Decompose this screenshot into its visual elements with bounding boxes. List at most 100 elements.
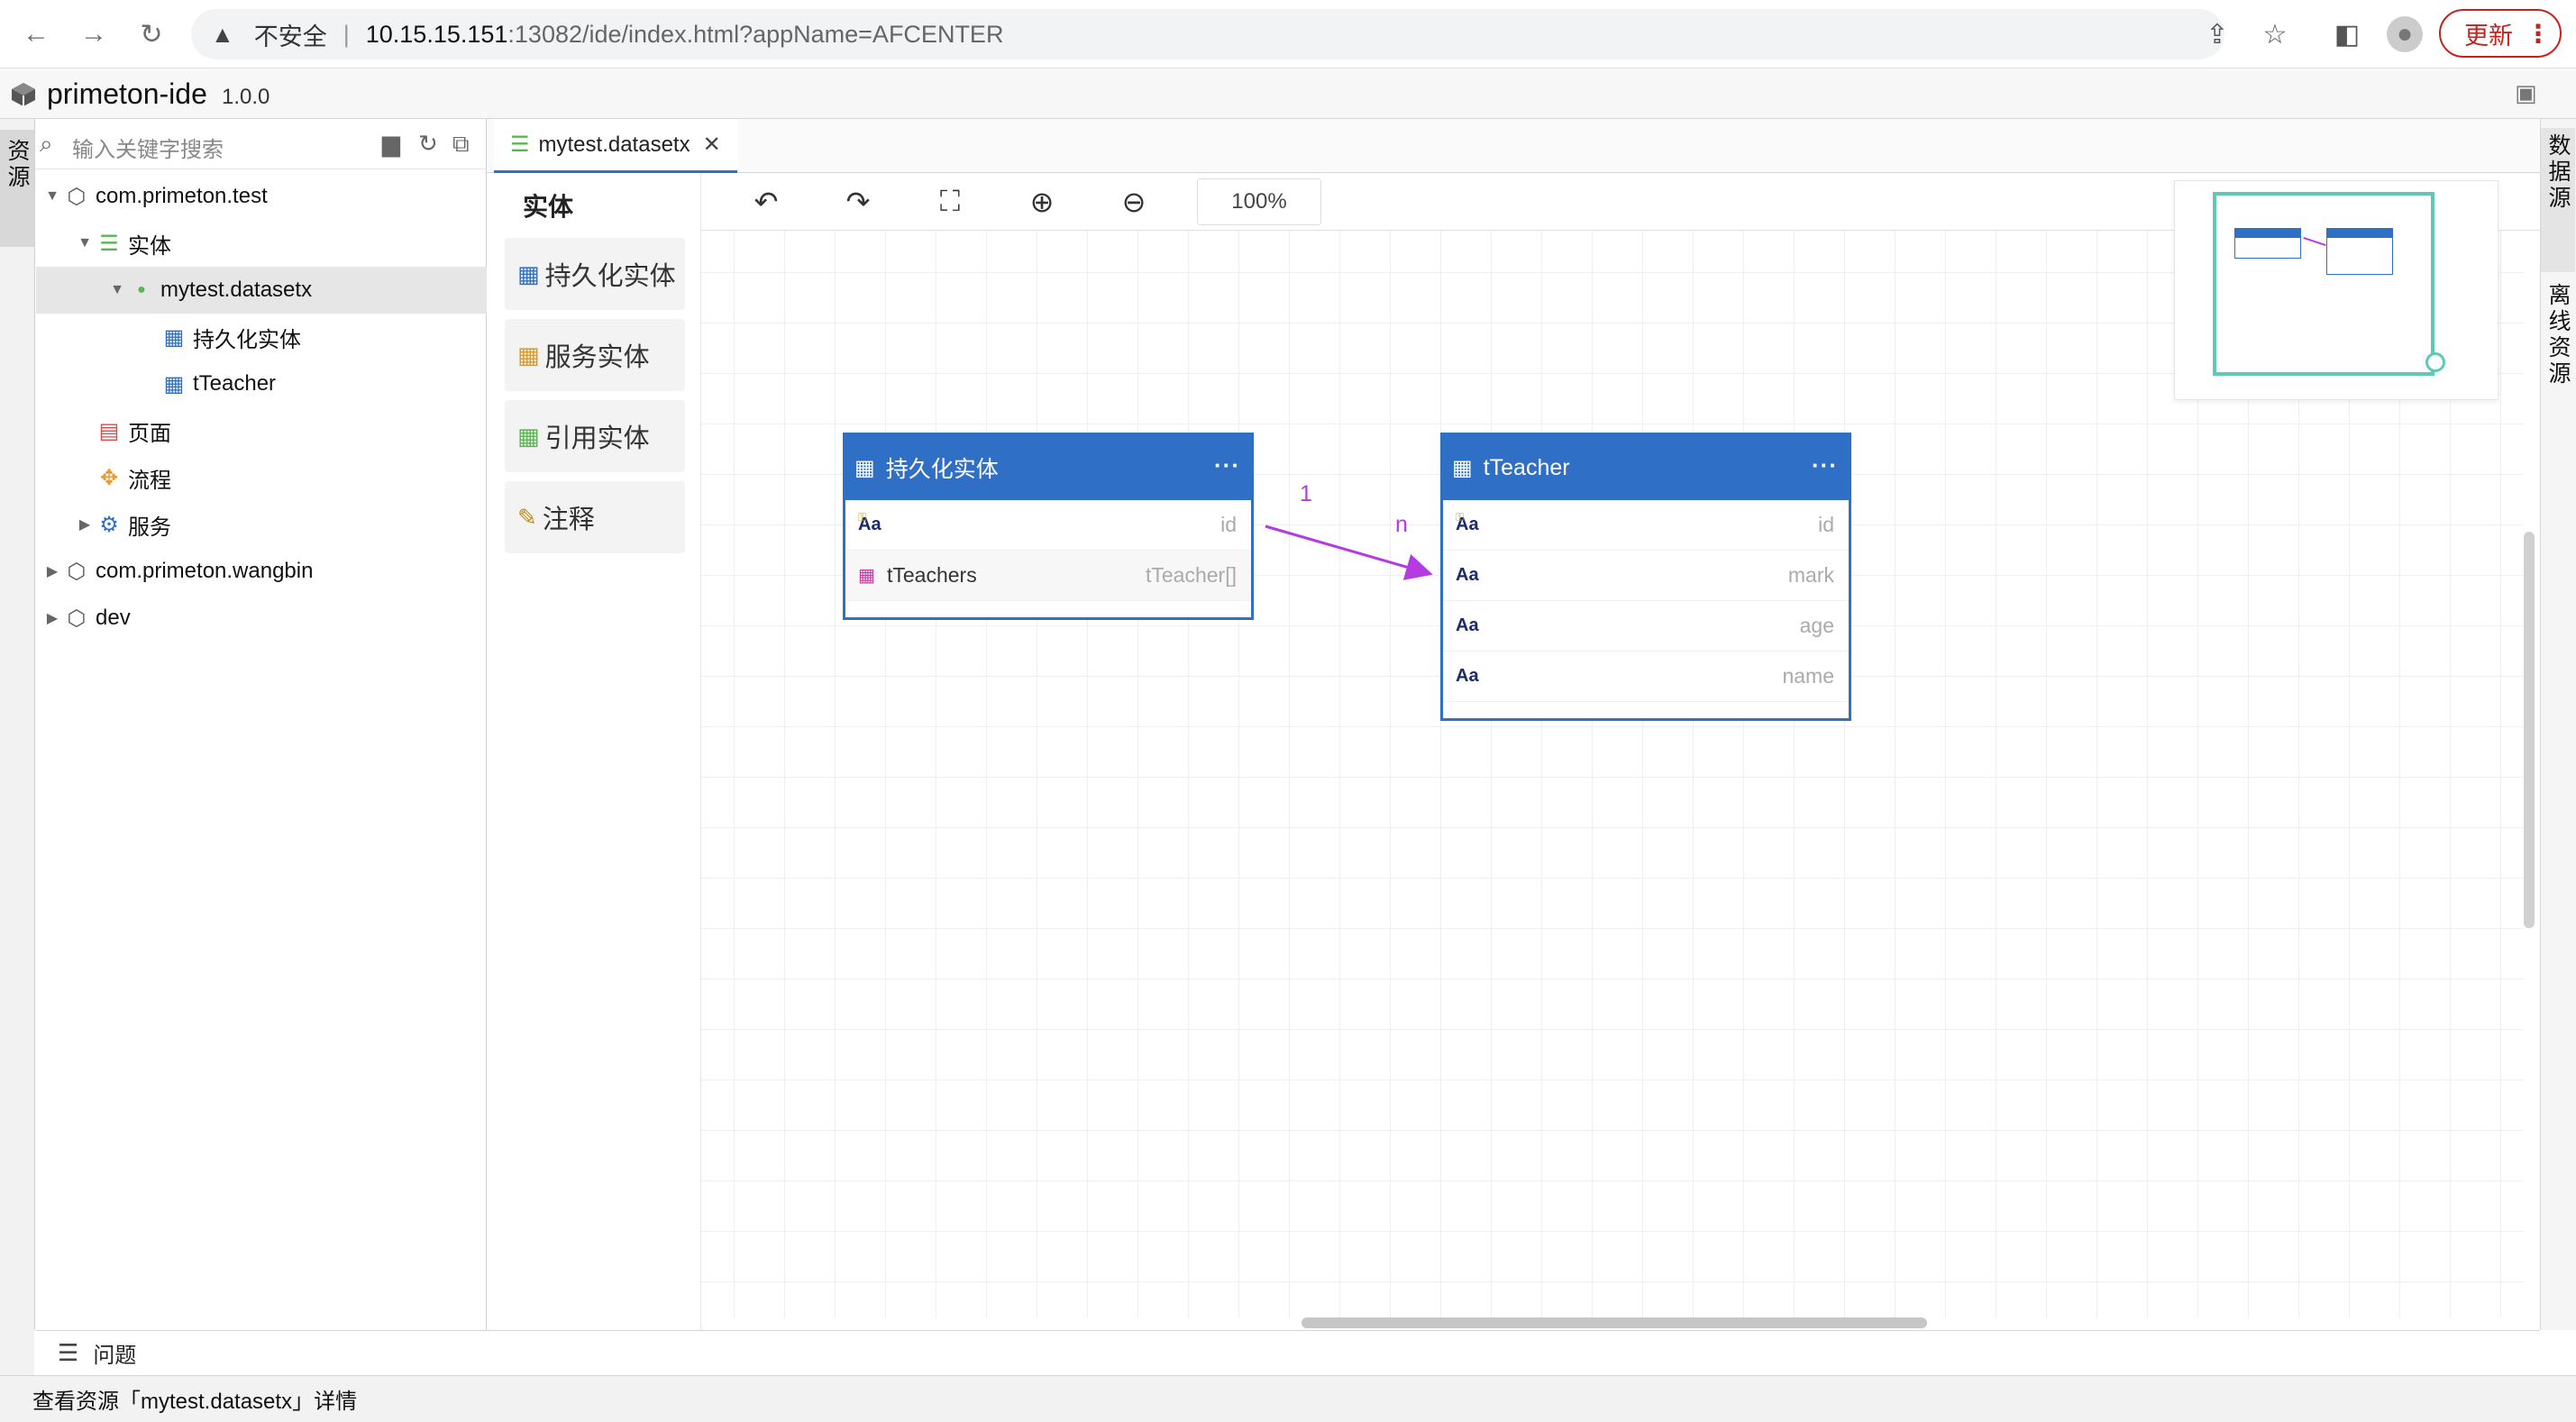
fit-screen-icon[interactable]: ⛶ [930, 182, 970, 222]
page-icon: ▤ [98, 418, 120, 443]
entity-palette: 实体 ▦ 持久化实体 ▦ 服务实体 ▦ 引用实体 ✎ 注释 [487, 173, 701, 1330]
tree-item-label: 服务 [128, 515, 171, 540]
tree-item-persistent-entity[interactable]: ▦ 持久化实体 [36, 314, 487, 360]
tab-resources-label: 资源 [5, 139, 30, 191]
gear-icon: ⚙ [99, 512, 119, 537]
reference-table-icon: ▦ [517, 422, 540, 450]
relation-target-cardinality: n [1395, 512, 1408, 537]
refresh-icon[interactable]: ↻ [418, 130, 438, 158]
note-icon: ✎ [517, 503, 537, 531]
tree-item-flows[interactable]: ✥ 流程 [36, 454, 487, 501]
left-activity-bar: 资源 [0, 119, 34, 1375]
tab-label: mytest.datasetx [538, 132, 690, 157]
app-name: primeton-ide [47, 77, 207, 110]
zoom-out-icon[interactable]: ⊖ [1114, 182, 1154, 222]
tree-item-entities[interactable]: ▼ ☰ 实体 [36, 220, 487, 267]
tree-item-label: 持久化实体 [193, 327, 301, 352]
horizontal-scrollbar[interactable] [1302, 1317, 1927, 1328]
warning-icon: ▲ [211, 20, 234, 48]
minimap[interactable] [2174, 180, 2498, 400]
address-bar[interactable]: ▲ 不安全 | 10.15.15.151:13082/ide/index.htm… [191, 9, 2224, 59]
close-icon[interactable]: ✕ [703, 132, 721, 158]
update-button[interactable]: 更新 ⋮ [2439, 9, 2562, 58]
redo-icon[interactable]: ↷ [838, 182, 878, 222]
tab-datasource[interactable]: 数据源 [2541, 128, 2575, 272]
tree-item-services[interactable]: ▶ ⚙ 服务 [36, 501, 487, 548]
save-icon[interactable]: ▣ [2515, 79, 2537, 107]
tab-datasource-label: 数据源 [2545, 133, 2571, 212]
dot-icon: ● [137, 282, 146, 297]
package-icon: ⬡ [67, 559, 87, 584]
browser-toolbar: ← → ↻ ▲ 不安全 | 10.15.15.151:13082/ide/ind… [0, 0, 2576, 68]
back-icon[interactable]: ← [18, 16, 54, 52]
caret-down-icon[interactable]: ▼ [43, 188, 61, 205]
database-icon: ☰ [99, 231, 119, 256]
caret-down-icon[interactable]: ▼ [76, 235, 94, 251]
tree-item-com-primeton-wangbin[interactable]: ▶ ⬡ com.primeton.wangbin [36, 548, 487, 595]
tab-offline-resources[interactable]: 离线资源 [2541, 278, 2575, 440]
tree-item-label: 流程 [128, 468, 171, 493]
zoom-in-icon[interactable]: ⊕ [1022, 182, 1062, 222]
app-version: 1.0.0 [222, 85, 270, 109]
status-text: 查看资源「mytest.datasetx」详情 [32, 1390, 358, 1414]
new-folder-icon[interactable]: ▆ [382, 130, 400, 158]
tree-item-dev[interactable]: ▶ ⬡ dev [36, 595, 487, 642]
undo-icon[interactable]: ↶ [746, 182, 786, 222]
sidepanel-icon[interactable]: ◧ [2329, 16, 2365, 52]
minimap-resize-handle[interactable] [2425, 352, 2445, 372]
zoom-level[interactable]: 100% [1197, 178, 1321, 225]
tab-resources[interactable]: 资源 [0, 130, 34, 247]
table-icon: ▦ [163, 324, 185, 350]
search-bar: ⌕ 输入关键字搜索 ▆ ↻ ⧉ [36, 119, 487, 169]
right-activity-bar: 数据源 离线资源 [2540, 119, 2576, 1330]
tree-item-com-primeton-test[interactable]: ▼ ⬡ com.primeton.test [36, 173, 487, 220]
palette-item-service-entity[interactable]: ▦ 服务实体 [505, 319, 685, 391]
table-icon: ▦ [517, 260, 540, 287]
palette-item-reference-entity[interactable]: ▦ 引用实体 [505, 400, 685, 472]
search-input[interactable]: 输入关键字搜索 [72, 132, 224, 163]
palette-item-label: 持久化实体 [544, 262, 676, 291]
palette-title: 实体 [523, 193, 574, 221]
caret-down-icon[interactable]: ▼ [108, 282, 126, 298]
vertical-scrollbar[interactable] [2524, 532, 2535, 928]
tree-item-mytest-datasetx[interactable]: ▼ ● mytest.datasetx [36, 267, 487, 314]
service-table-icon: ▦ [517, 341, 540, 369]
app-header: primeton-ide 1.0.0 ▣ [0, 68, 2576, 119]
tree-item-label: mytest.datasetx [160, 278, 313, 302]
security-label: 不安全 [253, 23, 327, 50]
tree-item-label: com.primeton.wangbin [96, 559, 314, 583]
status-bar: 查看资源「mytest.datasetx」详情 [0, 1375, 2576, 1422]
package-icon: ⬡ [67, 184, 87, 209]
caret-right-icon[interactable]: ▶ [43, 562, 61, 580]
reload-icon[interactable]: ↻ [133, 16, 169, 52]
flow-icon: ✥ [99, 465, 119, 490]
tab-mytest-datasetx[interactable]: ☰ mytest.datasetx ✕ [494, 119, 737, 173]
forward-icon[interactable]: → [76, 16, 112, 52]
share-icon[interactable]: ⇪ [2199, 16, 2235, 52]
star-icon[interactable]: ☆ [2257, 16, 2293, 52]
table-icon: ▦ [163, 371, 185, 397]
palette-item-label: 服务实体 [544, 343, 650, 372]
tree-item-label: 实体 [128, 233, 171, 259]
problems-label: 问题 [93, 1344, 137, 1368]
tree-item-tteacher[interactable]: ▦ tTeacher [36, 360, 487, 407]
caret-right-icon[interactable]: ▶ [76, 515, 94, 533]
search-icon: ⌕ [40, 130, 53, 157]
profile-icon[interactable]: ● [2387, 16, 2423, 52]
collapse-all-icon[interactable]: ⧉ [452, 130, 470, 159]
tree-item-label: tTeacher [193, 371, 277, 396]
update-label: 更新 [2464, 22, 2513, 50]
database-icon: ☰ [510, 132, 530, 157]
relation-source-cardinality: 1 [1300, 481, 1312, 506]
caret-right-icon[interactable]: ▶ [43, 609, 61, 627]
problems-panel-bar[interactable]: ☰ 问题 [36, 1330, 2540, 1375]
minimap-viewport[interactable] [2213, 192, 2434, 376]
palette-item-note[interactable]: ✎ 注释 [505, 481, 685, 553]
palette-item-persistent-entity[interactable]: ▦ 持久化实体 [505, 238, 685, 310]
app-logo-icon [12, 83, 35, 106]
list-icon: ☰ [58, 1339, 79, 1366]
tree-item-label: dev [96, 606, 131, 630]
url-host: 10.15.15.151 [365, 20, 508, 48]
tree-item-pages[interactable]: ▤ 页面 [36, 407, 487, 454]
address-separator: | [343, 20, 350, 48]
